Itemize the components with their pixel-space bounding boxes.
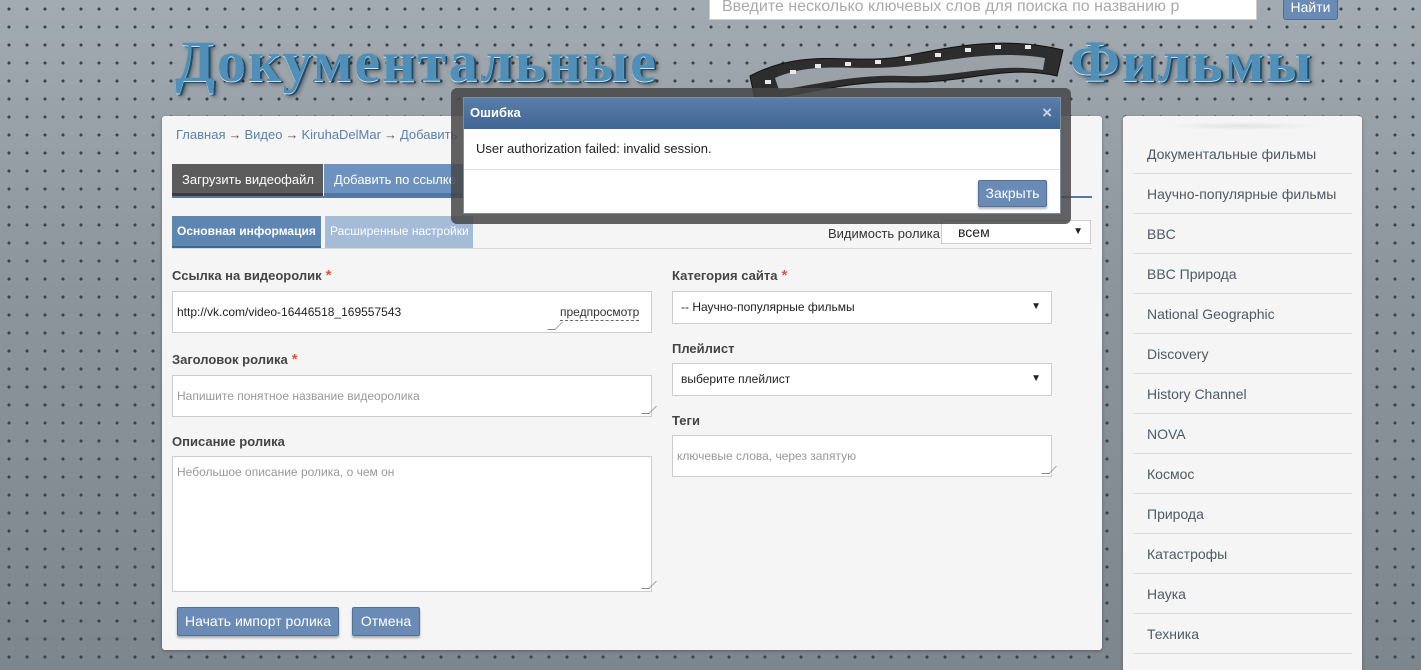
tags-label: Теги <box>672 413 700 428</box>
visibility-label: Видимость ролика <box>828 226 941 241</box>
logo-title-right: Фильмы <box>1070 29 1314 94</box>
resize-grip-icon[interactable] <box>641 406 657 414</box>
required-mark: * <box>325 267 332 284</box>
sidebar-item-bbc-nature[interactable]: BBC Природа <box>1133 254 1352 294</box>
title-field[interactable]: Напишите понятное название видеоролика <box>172 375 657 417</box>
sidebar-item-history-channel[interactable]: History Channel <box>1133 374 1352 414</box>
subtab-divider <box>172 248 1092 249</box>
error-dialog: Ошибка × User authorization failed: inva… <box>463 97 1061 214</box>
title-label: Заголовок ролика * <box>172 351 298 368</box>
dialog-title: Ошибка <box>470 105 521 120</box>
resize-grip-icon[interactable] <box>641 581 657 589</box>
description-field[interactable]: Небольшое описание ролика, о чем он <box>172 456 657 592</box>
breadcrumb-separator: → <box>383 127 397 142</box>
dialog-header: Ошибка × <box>464 98 1060 129</box>
chevron-down-icon: ▼ <box>1031 301 1041 312</box>
search-button[interactable]: Найти <box>1283 0 1338 20</box>
dialog-footer: Закрыть <box>464 170 1060 214</box>
tags-placeholder: ключевые слова, через запятую <box>677 449 857 463</box>
search-input[interactable]: Введите несколько ключевых слов для поис… <box>709 0 1257 20</box>
chevron-down-icon: ▼ <box>1031 373 1041 384</box>
category-list: Документальные фильмы Научно-популярные … <box>1133 134 1352 654</box>
close-icon[interactable]: × <box>1042 98 1052 128</box>
category-sidebar: Документальные фильмы Научно-популярные … <box>1123 116 1362 670</box>
playlist-value: выберите плейлист <box>681 372 791 386</box>
subtab-basic-info[interactable]: Основная информация <box>172 216 321 248</box>
video-link-label: Ссылка на видеоролик * <box>172 267 332 284</box>
sidebar-item-technology[interactable]: Техника <box>1133 614 1352 654</box>
required-mark: * <box>291 351 298 368</box>
description-label: Описание ролика <box>172 434 285 449</box>
sidebar-glow <box>1163 122 1323 130</box>
start-import-button[interactable]: Начать импорт ролика <box>177 607 339 636</box>
sidebar-item-discovery[interactable]: Discovery <box>1133 334 1352 374</box>
logo-title-left: Документальные <box>175 29 658 94</box>
breadcrumb: Главная → Видео → KiruhaDelMar → Добавить <box>176 127 457 142</box>
breadcrumb-add: Добавить <box>399 127 458 142</box>
breadcrumb-separator: → <box>285 127 299 142</box>
sidebar-item-space[interactable]: Космос <box>1133 454 1352 494</box>
category-value: -- Научно-популярные фильмы <box>681 300 855 314</box>
required-mark: * <box>781 267 788 284</box>
dialog-close-button[interactable]: Закрыть <box>978 180 1047 207</box>
sidebar-item-nature[interactable]: Природа <box>1133 494 1352 534</box>
dialog-message: User authorization failed: invalid sessi… <box>464 129 1060 170</box>
breadcrumb-video[interactable]: Видео <box>244 127 282 142</box>
sidebar-item-bbc[interactable]: BBC <box>1133 214 1352 254</box>
chevron-down-icon: ▼ <box>1073 226 1083 237</box>
description-placeholder: Небольшое описание ролика, о чем он <box>177 465 395 479</box>
preview-link[interactable]: предпросмотр <box>560 304 640 321</box>
sidebar-item-documentary[interactable]: Документальные фильмы <box>1133 134 1352 174</box>
title-placeholder: Напишите понятное название видеоролика <box>177 389 420 403</box>
tab-add-by-link[interactable]: Добавить по ссылке <box>324 164 464 196</box>
sidebar-item-disasters[interactable]: Катастрофы <box>1133 534 1352 574</box>
resize-grip-icon[interactable] <box>547 322 563 330</box>
sidebar-item-nova[interactable]: NOVA <box>1133 414 1352 454</box>
playlist-label: Плейлист <box>672 341 735 356</box>
sidebar-item-science[interactable]: Наука <box>1133 574 1352 614</box>
category-select[interactable]: -- Научно-популярные фильмы ▼ <box>672 291 1052 324</box>
cancel-button[interactable]: Отмена <box>352 607 420 636</box>
resize-grip-icon[interactable] <box>1041 466 1057 474</box>
playlist-select[interactable]: выберите плейлист ▼ <box>672 363 1052 396</box>
sidebar-item-national-geographic[interactable]: National Geographic <box>1133 294 1352 334</box>
sidebar-item-popular-science[interactable]: Научно-популярные фильмы <box>1133 174 1352 214</box>
breadcrumb-user[interactable]: KiruhaDelMar <box>301 127 380 142</box>
visibility-value: всем <box>958 224 990 240</box>
tab-upload-video[interactable]: Загрузить видеофайл <box>172 164 323 196</box>
tags-field[interactable]: ключевые слова, через запятую <box>672 435 1057 477</box>
breadcrumb-home[interactable]: Главная <box>176 127 225 142</box>
category-label: Категория сайта * <box>672 267 788 284</box>
video-link-value: http://vk.com/video-16446518_169557543 <box>177 305 402 319</box>
breadcrumb-separator: → <box>228 127 242 142</box>
